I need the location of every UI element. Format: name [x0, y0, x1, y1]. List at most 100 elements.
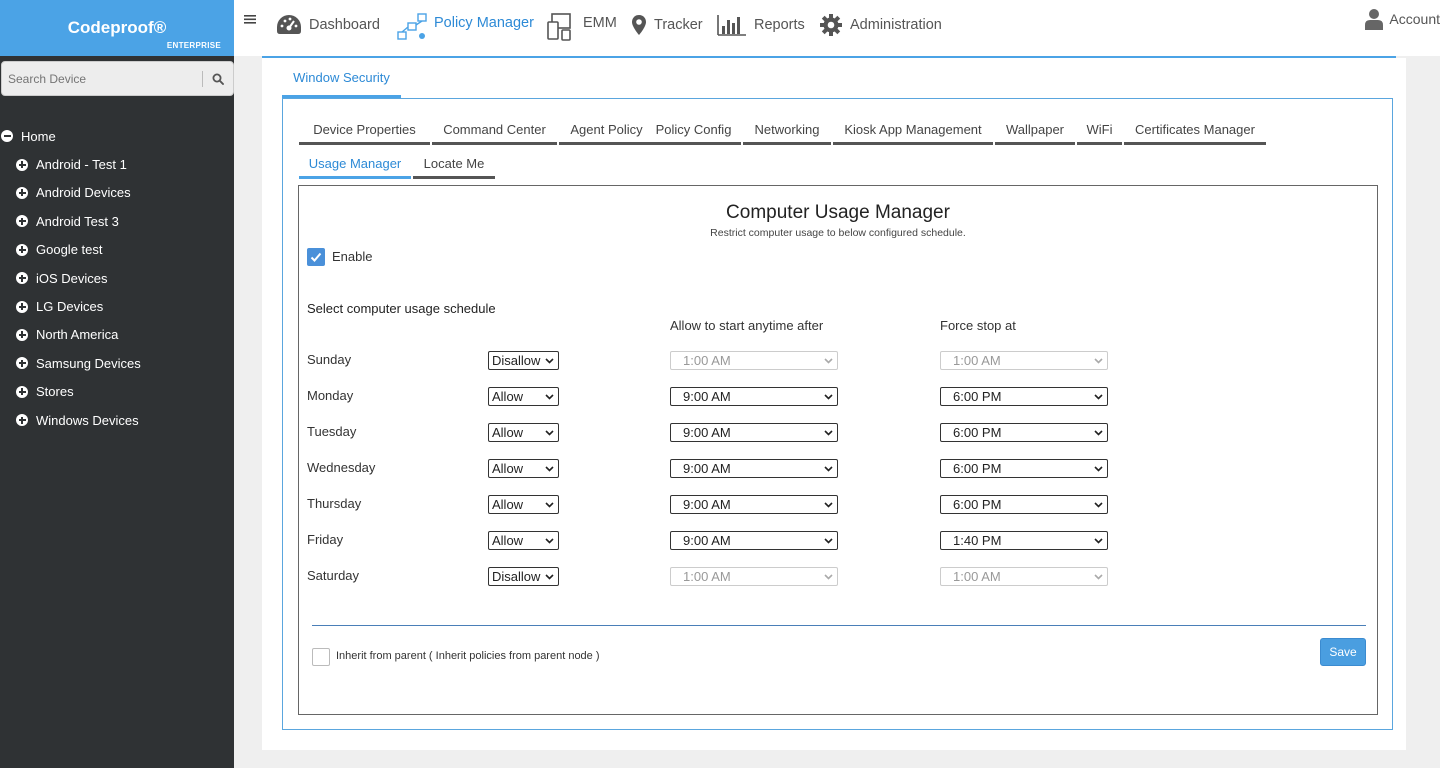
chevron-down-icon	[824, 538, 833, 544]
policy-network-icon	[397, 13, 427, 40]
column-header-stop: Force stop at	[940, 318, 1016, 333]
tab-command-center[interactable]: Command Center	[432, 122, 557, 145]
nav-label: Tracker	[654, 17, 703, 33]
chevron-down-icon	[1094, 574, 1103, 580]
stop-time-value: 1:00 AM	[953, 353, 1001, 368]
chevron-down-icon	[824, 394, 833, 400]
chevron-down-icon	[545, 538, 554, 544]
sidebar: Codeproof® ENTERPRISE Home Android - Tes…	[0, 0, 234, 768]
tree-item-label: Android Devices	[36, 185, 131, 201]
enable-checkbox[interactable]	[307, 248, 325, 266]
expand-icon[interactable]	[16, 158, 28, 171]
tree-item-home[interactable]: Home	[0, 122, 234, 150]
start-time-select[interactable]: 9:00 AM	[670, 495, 838, 514]
tab-certificates-manager[interactable]: Certificates Manager	[1124, 122, 1266, 145]
expand-icon[interactable]	[16, 243, 28, 256]
tab-window-security[interactable]: Window Security	[282, 68, 401, 98]
tree-item[interactable]: Samsung Devices	[0, 349, 234, 377]
brand-header[interactable]: Codeproof® ENTERPRISE	[0, 0, 234, 56]
tab-usage-manager[interactable]: Usage Manager	[299, 156, 411, 179]
account-menu[interactable]: Account	[1365, 8, 1440, 30]
nav-policy-manager[interactable]: Policy Manager	[397, 13, 534, 40]
checkmark-icon	[310, 252, 322, 262]
start-time-select[interactable]: 9:00 AM	[670, 423, 838, 442]
nav-label: EMM	[583, 15, 617, 31]
tree-item[interactable]: Android - Test 1	[0, 150, 234, 178]
stop-time-select[interactable]: 6:00 PM	[940, 459, 1108, 478]
map-pin-icon	[632, 15, 646, 35]
chevron-down-icon	[824, 574, 833, 580]
mode-select[interactable]: Allow	[488, 495, 559, 514]
nav-label: Dashboard	[309, 17, 380, 33]
mode-select[interactable]: Allow	[488, 459, 559, 478]
expand-icon[interactable]	[16, 414, 28, 427]
tab-device-properties[interactable]: Device Properties	[299, 122, 430, 145]
expand-icon[interactable]	[16, 215, 28, 228]
mode-select[interactable]: Allow	[488, 387, 559, 406]
tree-item[interactable]: LG Devices	[0, 292, 234, 320]
tab-kiosk-app-management[interactable]: Kiosk App Management	[833, 122, 993, 145]
menu-toggle-icon[interactable]	[244, 13, 256, 28]
tab-wallpaper[interactable]: Wallpaper	[995, 122, 1075, 145]
tree-item[interactable]: Android Devices	[0, 179, 234, 207]
start-time-select[interactable]: 9:00 AM	[670, 387, 838, 406]
chevron-down-icon	[545, 502, 554, 508]
stop-time-value: 6:00 PM	[953, 425, 1002, 440]
stop-time-select[interactable]: 6:00 PM	[940, 423, 1108, 442]
start-time-value: 1:00 AM	[683, 569, 731, 584]
tab-policy-config[interactable]: Policy Config	[646, 122, 741, 145]
start-time-select[interactable]: 1:00 AM	[670, 351, 838, 370]
tree-item[interactable]: iOS Devices	[0, 264, 234, 292]
chevron-down-icon	[545, 358, 554, 364]
expand-icon[interactable]	[16, 385, 28, 398]
expand-icon[interactable]	[16, 357, 28, 370]
start-time-select[interactable]: 1:00 AM	[670, 567, 838, 586]
chevron-down-icon	[545, 466, 554, 472]
tree-item[interactable]: Google test	[0, 236, 234, 264]
tab-networking[interactable]: Networking	[743, 122, 831, 145]
day-label: Sunday	[307, 352, 352, 367]
mode-select[interactable]: Allow	[488, 531, 559, 550]
nav-tracker[interactable]: Tracker	[631, 12, 703, 38]
tab-agent-policy[interactable]: Agent Policy	[559, 122, 654, 145]
search-input[interactable]	[2, 62, 202, 95]
nav-dashboard[interactable]: Dashboard	[276, 12, 380, 38]
stop-time-select[interactable]: 6:00 PM	[940, 495, 1108, 514]
nav-emm[interactable]: EMM	[546, 13, 617, 41]
tree-item-label: Home	[21, 128, 56, 144]
start-time-select[interactable]: 9:00 AM	[670, 531, 838, 550]
policy-container: Device Properties Command Center Agent P…	[282, 98, 1393, 730]
expand-icon[interactable]	[16, 328, 28, 341]
start-time-select[interactable]: 9:00 AM	[670, 459, 838, 478]
tab-locate-me[interactable]: Locate Me	[413, 156, 495, 179]
mode-select[interactable]: Disallow	[488, 351, 559, 370]
stop-time-value: 1:40 PM	[953, 533, 1002, 548]
collapse-icon[interactable]	[1, 130, 13, 143]
nav-administration[interactable]: Administration	[819, 12, 942, 38]
inherit-label: Inherit from parent ( Inherit policies f…	[336, 650, 600, 662]
stop-time-select[interactable]: 1:00 AM	[940, 567, 1108, 586]
tree-item[interactable]: North America	[0, 321, 234, 349]
stop-time-select[interactable]: 1:40 PM	[940, 531, 1108, 550]
expand-icon[interactable]	[16, 300, 28, 313]
tree-item-label: North America	[36, 327, 119, 343]
search-icon[interactable]	[203, 62, 233, 95]
save-button[interactable]: Save	[1320, 638, 1366, 666]
tree-item-label: Android Test 3	[36, 213, 119, 229]
stop-time-select[interactable]: 1:00 AM	[940, 351, 1108, 370]
mode-value: Allow	[492, 533, 524, 548]
stop-time-select[interactable]: 6:00 PM	[940, 387, 1108, 406]
tree-item[interactable]: Stores	[0, 378, 234, 406]
stop-time-value: 6:00 PM	[953, 389, 1002, 404]
inherit-checkbox[interactable]	[312, 648, 330, 666]
expand-icon[interactable]	[16, 272, 28, 285]
nav-reports[interactable]: Reports	[717, 12, 805, 38]
mode-select[interactable]: Disallow	[488, 567, 559, 586]
tab-wifi[interactable]: WiFi	[1077, 122, 1122, 145]
tree-item[interactable]: Windows Devices	[0, 406, 234, 434]
expand-icon[interactable]	[16, 186, 28, 199]
brand-name: Codeproof®	[67, 18, 167, 37]
tree-item[interactable]: Android Test 3	[0, 207, 234, 235]
gear-icon	[820, 14, 842, 36]
mode-select[interactable]: Allow	[488, 423, 559, 442]
